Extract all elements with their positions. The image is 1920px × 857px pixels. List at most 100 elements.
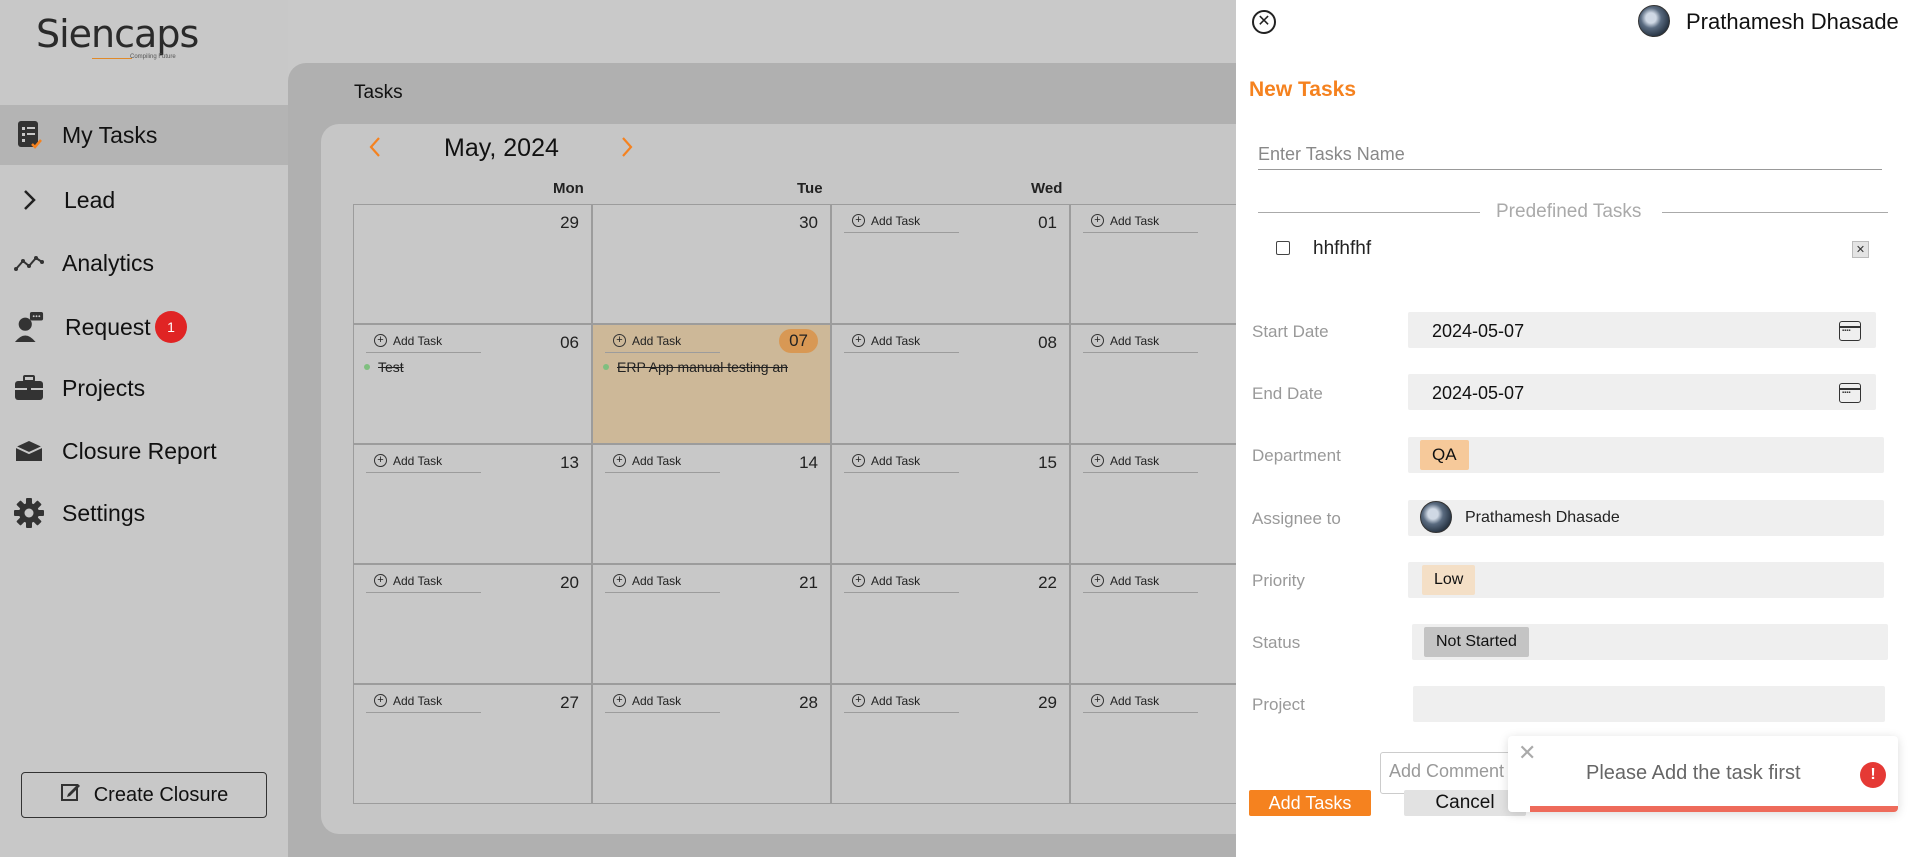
siencaps-logo[interactable]: Siencaps Compiling Future [36,8,199,68]
predefined-task-checkbox[interactable] [1276,241,1290,255]
department-field[interactable] [1408,437,1884,473]
calendar-day-cell[interactable]: + Add Task 27 [353,684,592,804]
add-task-label: Add Task [1110,333,1160,348]
task-item[interactable]: ERP App manual testing an [603,359,823,375]
add-task-label: Add Task [1110,453,1160,468]
calendar-day-cell[interactable]: + Add Task 06 Test [353,324,592,444]
calendar-day-cell[interactable]: + Add Task 15 [831,444,1070,564]
sidebar-item-lead[interactable]: Lead [0,170,288,230]
department-chip: QA [1420,440,1469,470]
project-field[interactable] [1413,686,1885,722]
priority-field[interactable] [1408,562,1884,598]
prev-month-button[interactable] [360,134,390,164]
panel-title: New Tasks [1249,78,1356,101]
calendar-day-cell[interactable]: 30 [592,204,831,324]
add-task-label: Add Task [871,573,921,588]
sidebar-item-label: My Tasks [62,121,158,148]
sidebar-item-projects[interactable]: Projects [0,358,288,418]
remove-predefined-task-button[interactable]: ✕ [1852,241,1869,258]
add-task-button[interactable]: + Add Task [1083,569,1198,593]
calendar-icon[interactable] [1839,383,1861,403]
calendar-grid: 29 30 + Add Task 01 + Add Task + Add Task 06 Test +… [353,204,1313,804]
day-of-week-tue: Tue [797,180,823,197]
calendar-day-cell[interactable]: + Add Task 14 [592,444,831,564]
calendar-day-cell[interactable]: + Add Task 08 [831,324,1070,444]
calendar-day-cell[interactable]: + Add Task 07 ERP App manual testing an [592,324,831,444]
assignee-label: Assignee to [1252,509,1341,528]
avatar [1420,501,1452,533]
add-circle-icon: + [613,574,626,587]
add-task-button[interactable]: + Add Task [605,329,720,353]
add-task-button[interactable]: + Add Task [366,449,481,473]
sidebar-item-my-tasks[interactable]: My Tasks [0,105,288,165]
add-task-button[interactable]: + Add Task [844,689,959,713]
add-task-button[interactable]: + Add Task [366,569,481,593]
add-circle-icon: + [374,454,387,467]
page-title: Tasks [354,82,403,103]
toast-close-icon[interactable]: ✕ [1518,740,1536,766]
request-icon [14,312,44,342]
calendar-icon[interactable] [1839,321,1861,341]
sidebar-item-settings[interactable]: Settings [0,483,288,543]
create-closure-button[interactable]: Create Closure [21,772,267,818]
task-name-input[interactable] [1258,140,1882,170]
add-task-label: Add Task [632,453,682,468]
next-month-button[interactable] [612,134,642,164]
calendar-day-cell[interactable]: 29 [353,204,592,324]
chevron-left-icon [367,136,383,163]
calendar-day-cell[interactable]: + Add Task 13 [353,444,592,564]
add-task-button[interactable]: + Add Task [366,689,481,713]
add-task-button[interactable]: + Add Task [605,449,720,473]
task-title: Test [378,359,404,375]
calendar-day-cell[interactable]: + Add Task 29 [831,684,1070,804]
add-task-button[interactable]: + Add Task [1083,689,1198,713]
sidebar-item-analytics[interactable]: Analytics [0,233,288,293]
add-task-button[interactable]: + Add Task [605,689,720,713]
calendar-day-cell[interactable]: + Add Task 21 [592,564,831,684]
add-circle-icon: + [613,334,626,347]
add-task-button[interactable]: + Add Task [1083,449,1198,473]
analytics-icon [14,248,44,278]
chevron-right-icon [619,136,635,163]
predefined-task-label: hhfhfhf [1313,238,1372,259]
day-number: 29 [1038,693,1057,712]
calendar-day-cell[interactable]: + Add Task 22 [831,564,1070,684]
add-task-button[interactable]: + Add Task [366,329,481,353]
add-task-button[interactable]: + Add Task [1083,209,1198,233]
start-date-label: Start Date [1252,322,1329,341]
task-title: ERP App manual testing an [617,359,788,375]
add-task-button[interactable]: + Add Task [844,449,959,473]
department-label: Department [1252,446,1341,465]
chevron-right-icon [14,185,44,215]
calendar-day-cell[interactable]: + Add Task 28 [592,684,831,804]
briefcase-icon [14,373,44,403]
add-circle-icon: + [374,694,387,707]
sidebar-item-closure-report[interactable]: Closure Report [0,421,288,481]
add-task-button[interactable]: + Add Task [844,209,959,233]
calendar-day-cell[interactable]: + Add Task 01 [831,204,1070,324]
sidebar-item-request[interactable]: Request 1 [0,297,288,357]
error-toast: ✕ Please Add the task first ! [1508,736,1898,812]
calendar-month-label: May, 2024 [444,134,559,162]
add-task-button[interactable]: + Add Task [844,569,959,593]
add-circle-icon: + [852,454,865,467]
add-circle-icon: + [613,454,626,467]
avatar[interactable] [1638,5,1670,37]
task-item[interactable]: Test [364,359,584,375]
add-circle-icon: + [1091,214,1104,227]
day-number: 30 [799,213,818,232]
close-icon: ✕ [1855,244,1866,256]
add-tasks-button[interactable]: Add Tasks [1249,790,1371,816]
add-task-button[interactable]: + Add Task [1083,329,1198,353]
add-task-button[interactable]: + Add Task [605,569,720,593]
calendar-day-cell[interactable]: + Add Task 20 [353,564,592,684]
add-circle-icon: + [1091,694,1104,707]
logo-underline [92,58,132,59]
close-panel-button[interactable]: ✕ [1252,10,1276,34]
add-circle-icon: + [613,694,626,707]
day-number: 07 [779,329,818,353]
tasks-icon [14,120,44,150]
add-task-button[interactable]: + Add Task [844,329,959,353]
add-task-label: Add Task [393,573,443,588]
sidebar: Siencaps Compiling Future My Tasks Lead … [0,0,288,857]
